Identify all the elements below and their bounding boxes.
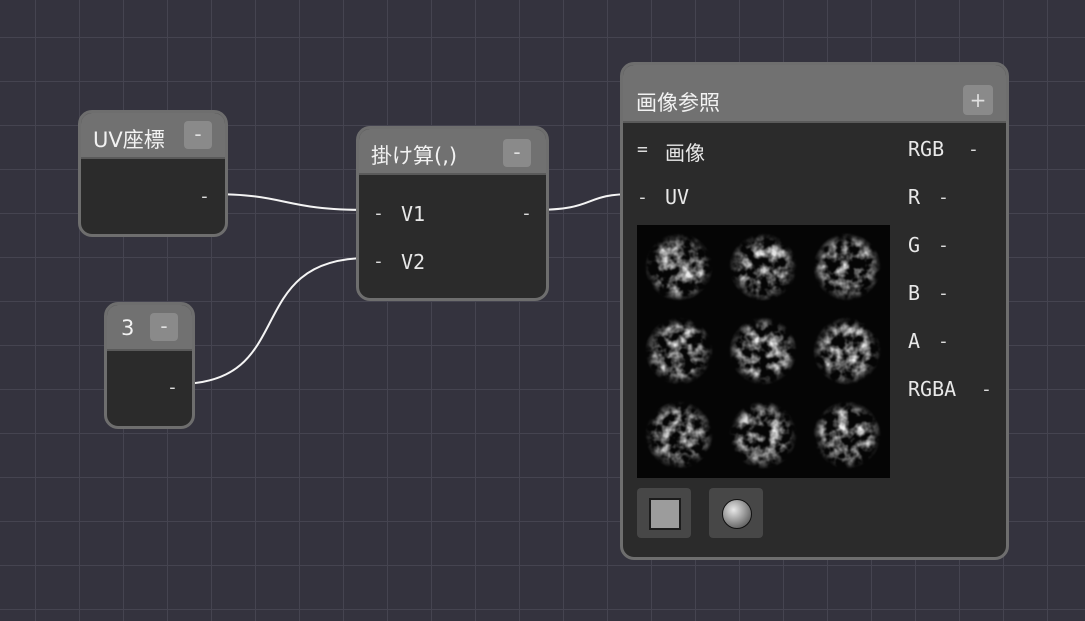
noise-tile <box>813 233 881 301</box>
output-label-a: A <box>908 329 921 353</box>
input-label-v2: V2 <box>401 250 426 274</box>
input-label-v1: V1 <box>401 202 426 226</box>
collapse-button[interactable]: - <box>503 139 531 167</box>
node-title: 画像参照 <box>636 91 720 115</box>
wire-const-to-v2[interactable] <box>177 257 369 385</box>
noise-tile <box>729 317 797 385</box>
output-label-rgb: RGB <box>908 137 945 161</box>
constant-node[interactable]: 3 - - <box>104 302 195 429</box>
output-port-a[interactable]: - <box>938 331 949 352</box>
uv-coordinate-node[interactable]: UV座標 - - <box>78 110 228 237</box>
noise-tile <box>729 401 797 469</box>
noise-tile <box>813 317 881 385</box>
output-port-g[interactable]: - <box>938 235 949 256</box>
output-port[interactable]: - <box>521 203 532 224</box>
output-port-b[interactable]: - <box>938 283 949 304</box>
input-port-v2[interactable]: - <box>373 251 384 272</box>
node-title: 3 <box>121 316 135 340</box>
node-header[interactable]: 画像参照 + <box>623 65 1006 123</box>
multiply-node[interactable]: 掛け算(,) - - V1 - V2 - <box>356 126 549 301</box>
sphere-preview-icon <box>722 499 752 529</box>
add-button[interactable]: + <box>963 85 993 115</box>
node-header[interactable]: UV座標 - <box>81 113 225 159</box>
output-label-rgba: RGBA <box>908 377 957 401</box>
node-title: 掛け算(,) <box>371 144 458 168</box>
output-port[interactable]: - <box>167 377 178 398</box>
plane-preview-icon <box>649 498 681 530</box>
node-header[interactable]: 3 - <box>107 305 192 351</box>
noise-tile <box>645 317 713 385</box>
output-port-r[interactable]: - <box>938 187 949 208</box>
output-port-rgb[interactable]: - <box>968 139 979 160</box>
uv-input-label: UV <box>665 185 690 209</box>
output-label-b: B <box>908 281 921 305</box>
image-input-port[interactable]: = <box>637 139 648 160</box>
output-label-g: G <box>908 233 921 257</box>
collapse-button[interactable]: - <box>150 313 178 341</box>
noise-tile <box>645 233 713 301</box>
texture-preview <box>637 225 890 478</box>
noise-tile <box>645 401 713 469</box>
plane-preview-button[interactable] <box>637 488 691 538</box>
wire-uv-to-v1[interactable] <box>208 193 369 211</box>
output-port[interactable]: - <box>199 186 210 207</box>
noise-tile <box>813 401 881 469</box>
input-port-v1[interactable]: - <box>373 203 384 224</box>
sphere-preview-button[interactable] <box>709 488 763 538</box>
noise-tile-group <box>645 233 881 469</box>
image-input-label: 画像 <box>665 141 705 165</box>
uv-input-port[interactable]: - <box>637 187 648 208</box>
image-reference-node[interactable]: 画像参照 + = 画像 - UV RGB - R - G - B - A - R… <box>620 62 1009 560</box>
noise-tile <box>729 233 797 301</box>
output-port-rgba[interactable]: - <box>981 379 992 400</box>
node-title: UV座標 <box>93 128 165 152</box>
node-header[interactable]: 掛け算(,) - <box>359 129 546 175</box>
output-label-r: R <box>908 185 921 209</box>
collapse-button[interactable]: - <box>184 121 212 149</box>
